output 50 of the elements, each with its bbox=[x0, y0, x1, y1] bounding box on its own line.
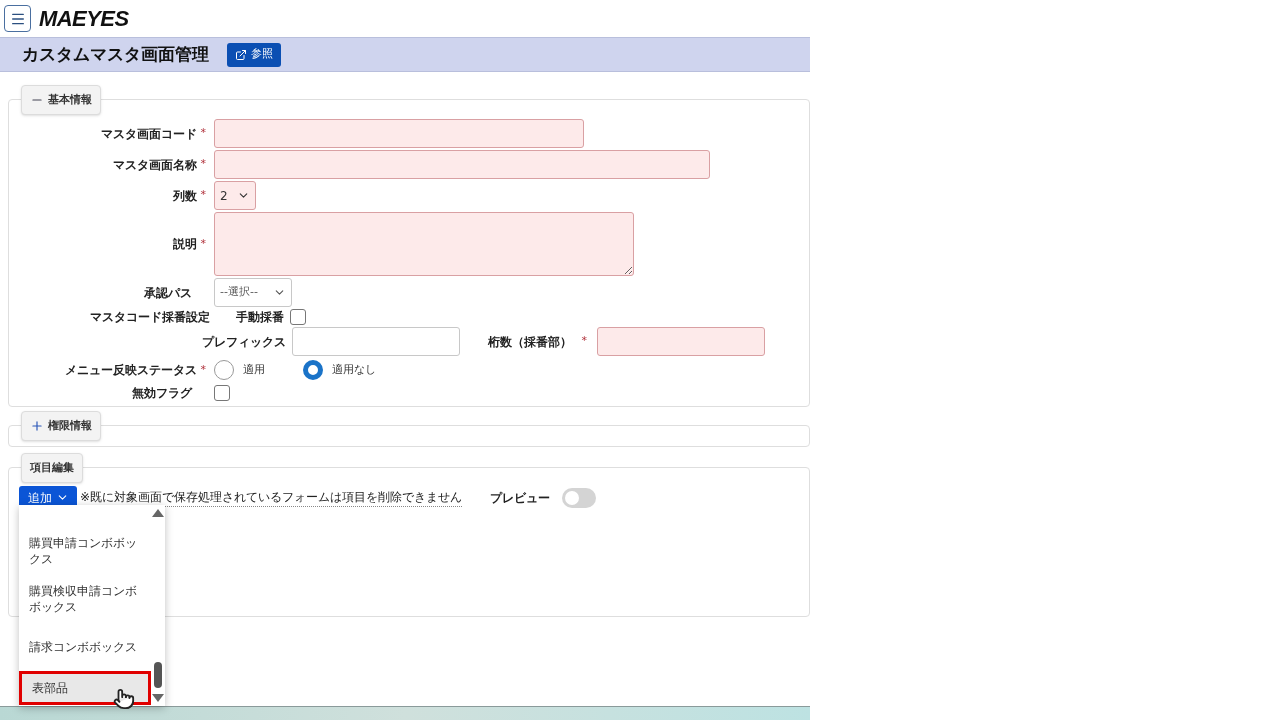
reference-button[interactable]: 参照 bbox=[227, 42, 281, 67]
menu-item[interactable]: 購買申請コンボボックス bbox=[19, 527, 151, 575]
preview-label: プレビュー bbox=[490, 489, 551, 507]
field-label: メニュー反映ステータス bbox=[64, 362, 197, 379]
page-title: カスタムマスタ画面管理 bbox=[22, 42, 209, 66]
radio-label: 適用なし bbox=[332, 361, 376, 378]
required-mark: * bbox=[200, 125, 206, 142]
menu-item[interactable]: 購買検収申請コンボボックス bbox=[19, 575, 151, 623]
input-field[interactable] bbox=[597, 327, 765, 356]
external-link-icon bbox=[235, 48, 247, 61]
field-label: 無効フラグ bbox=[132, 385, 192, 402]
section-header[interactable]: 権限情報 bbox=[21, 411, 101, 441]
logo: MAEYES bbox=[39, 5, 129, 33]
select-field[interactable]: --選択-- bbox=[214, 278, 292, 307]
preview-toggle[interactable] bbox=[562, 487, 597, 508]
radio-button[interactable] bbox=[214, 360, 234, 380]
section-title: 基本情報 bbox=[48, 91, 92, 108]
required-mark: * bbox=[200, 187, 206, 204]
required-mark: * bbox=[200, 156, 206, 173]
input-field[interactable] bbox=[214, 119, 584, 148]
scroll-up-icon bbox=[152, 509, 164, 517]
required-mark: * bbox=[200, 361, 206, 378]
scroll-thumb[interactable] bbox=[154, 662, 162, 688]
radio-button[interactable] bbox=[303, 360, 323, 380]
field-label: 列数 bbox=[172, 187, 197, 205]
checkbox[interactable] bbox=[214, 385, 230, 401]
section-title: 項目編集 bbox=[30, 459, 74, 476]
menu-item[interactable]: 表部品 bbox=[19, 671, 151, 705]
field-label: 説明 bbox=[172, 236, 197, 253]
field-label: 桁数（採番部） bbox=[487, 333, 572, 351]
field-label: 手動採番 bbox=[235, 309, 285, 326]
field-label: マスタ画面名称 bbox=[112, 156, 197, 174]
field-label: マスタ画面コード bbox=[100, 125, 197, 143]
field-label: 承認パス bbox=[144, 284, 192, 302]
menu-button[interactable] bbox=[4, 5, 31, 32]
field-label: プレフィックス bbox=[202, 333, 286, 351]
required-mark: * bbox=[581, 333, 587, 350]
section-title: 権限情報 bbox=[48, 417, 92, 434]
field-label: マスタコード採番設定 bbox=[90, 309, 210, 326]
section-header[interactable]: 基本情報 bbox=[21, 85, 101, 115]
checkbox[interactable] bbox=[290, 309, 306, 325]
input-field[interactable] bbox=[214, 150, 710, 179]
radio-label: 適用 bbox=[243, 361, 265, 378]
section-header[interactable]: 項目編集 bbox=[21, 453, 83, 483]
menu-item[interactable]: 請求コンボボックス bbox=[19, 623, 151, 671]
input-field[interactable] bbox=[292, 327, 460, 356]
text-area[interactable] bbox=[214, 212, 634, 276]
required-mark: * bbox=[200, 235, 206, 252]
scroll-down-icon bbox=[152, 694, 164, 702]
select-field[interactable]: 2 bbox=[214, 181, 256, 210]
